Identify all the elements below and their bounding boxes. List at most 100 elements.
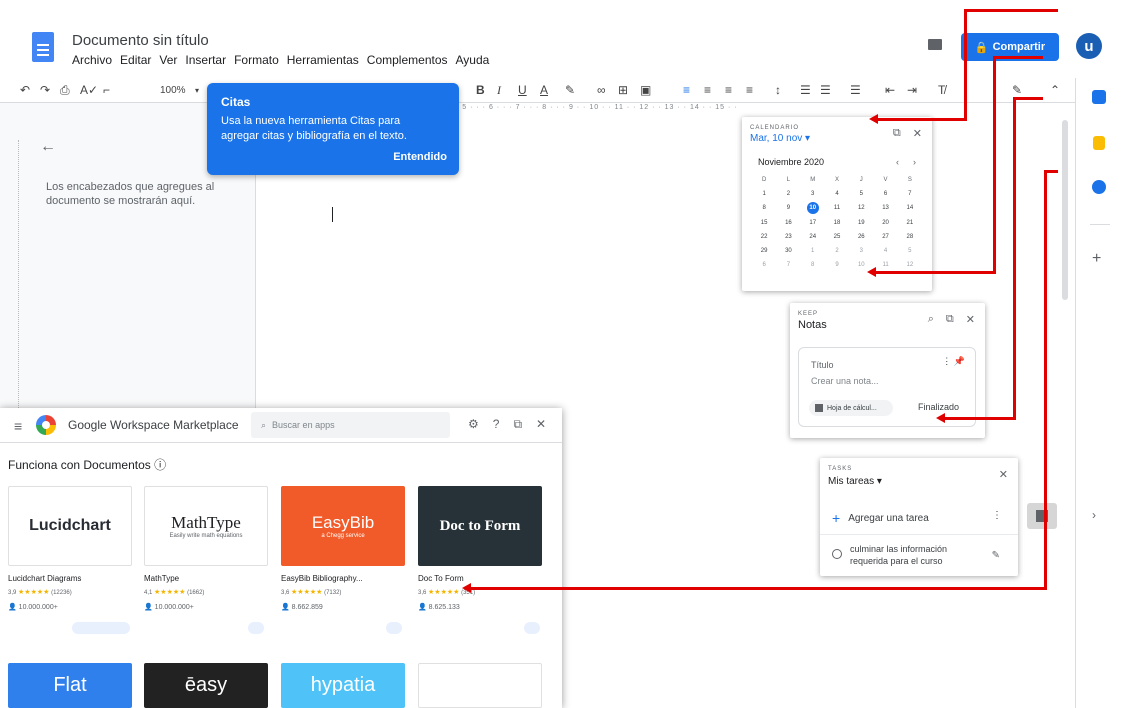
panel-toggle-icon[interactable]: [1027, 503, 1057, 529]
close-icon[interactable]: ✕: [966, 313, 975, 326]
zoom-select[interactable]: 100%: [160, 78, 186, 102]
calendar-day[interactable]: 6: [873, 189, 897, 199]
scrollbar[interactable]: [1062, 120, 1068, 300]
close-icon[interactable]: ✕: [913, 127, 922, 140]
app-tile-lucidchart[interactable]: Lucidchart: [8, 486, 132, 566]
collapse-icon[interactable]: ⌃: [1050, 78, 1060, 102]
sheet-chip[interactable]: Hoja de cálcul...: [809, 400, 893, 416]
calendar-day[interactable]: 10: [806, 202, 819, 214]
menu-editar[interactable]: Editar: [120, 53, 151, 67]
done-button[interactable]: Finalizado: [918, 402, 959, 412]
calendar-day[interactable]: 8: [752, 203, 776, 213]
numbered-list-icon[interactable]: ☰: [850, 78, 861, 102]
app-tile-doc-to-form[interactable]: Doc to Form: [418, 486, 542, 566]
comments-icon[interactable]: [928, 39, 942, 50]
calendar-day[interactable]: 29: [752, 246, 776, 256]
docs-logo-icon[interactable]: [32, 32, 54, 62]
increase-indent-icon[interactable]: ⇥: [907, 78, 917, 102]
add-task-button[interactable]: + Agregar una tarea: [832, 510, 929, 526]
decrease-indent-icon[interactable]: ⇤: [885, 78, 895, 102]
app-tile-easy[interactable]: ēasy: [144, 663, 268, 708]
link-icon[interactable]: ∞: [597, 78, 606, 102]
calendar-day[interactable]: 18: [825, 218, 849, 228]
calendar-day[interactable]: 16: [776, 218, 800, 228]
app-name[interactable]: Doc To Form: [418, 574, 464, 583]
zoom-dropdown-icon[interactable]: ▾: [195, 78, 199, 102]
calendar-day[interactable]: 17: [801, 218, 825, 228]
calendar-day[interactable]: 7: [898, 189, 922, 199]
calendar-day[interactable]: 11: [873, 260, 897, 270]
calendar-day[interactable]: 22: [752, 232, 776, 242]
calendar-day[interactable]: 24: [801, 232, 825, 242]
calendar-day[interactable]: 2: [776, 189, 800, 199]
calendar-day[interactable]: 3: [801, 189, 825, 199]
align-left-icon[interactable]: ≡: [683, 78, 690, 102]
open-new-icon[interactable]: ⧉: [893, 127, 901, 140]
bold-icon[interactable]: B: [476, 78, 485, 102]
print-icon[interactable]: ⎙: [60, 78, 70, 102]
calendar-day[interactable]: 7: [776, 260, 800, 270]
hamburger-menu-icon[interactable]: ≡: [14, 418, 22, 434]
next-month-icon[interactable]: ›: [913, 157, 916, 167]
calendar-day[interactable]: 4: [873, 246, 897, 256]
menu-formato[interactable]: Formato: [234, 53, 279, 67]
document-title[interactable]: Documento sin título: [72, 32, 209, 49]
calendar-day[interactable]: 5: [898, 246, 922, 256]
spellcheck-icon[interactable]: A✓: [80, 78, 98, 102]
menu-archivo[interactable]: Archivo: [72, 53, 112, 67]
app-tile-screenshot[interactable]: [418, 663, 542, 708]
note-title-field[interactable]: Título: [811, 360, 834, 370]
underline-icon[interactable]: U: [518, 78, 527, 102]
account-avatar[interactable]: u: [1076, 33, 1102, 59]
help-icon[interactable]: ?: [493, 417, 500, 432]
align-center-icon[interactable]: ≡: [704, 78, 711, 102]
task-checkbox[interactable]: [832, 549, 842, 559]
app-tile-mathtype[interactable]: MathType Easily write math equations: [144, 486, 268, 566]
calendar-day[interactable]: 15: [752, 218, 776, 228]
menu-complementos[interactable]: Complementos: [367, 53, 448, 67]
paint-format-icon[interactable]: ⌐: [103, 78, 110, 102]
align-right-icon[interactable]: ≡: [725, 78, 732, 102]
calendar-day[interactable]: 6: [752, 260, 776, 270]
more-options-icon[interactable]: ⋮: [992, 510, 1002, 521]
task-item[interactable]: culminar las información requerida para …: [832, 544, 970, 567]
undo-icon[interactable]: ↶: [20, 78, 30, 102]
marketplace-search-input[interactable]: ⌕ Buscar en apps: [251, 412, 450, 438]
settings-icon[interactable]: ⚙: [468, 417, 479, 432]
menu-herramientas[interactable]: Herramientas: [287, 53, 359, 67]
close-icon[interactable]: ✕: [536, 417, 546, 432]
italic-icon[interactable]: I: [497, 78, 501, 102]
calendar-day[interactable]: 9: [825, 260, 849, 270]
prev-month-icon[interactable]: ‹: [896, 157, 899, 167]
calendar-day[interactable]: 30: [776, 246, 800, 256]
line-spacing-icon[interactable]: ↕: [775, 78, 781, 102]
highlight-icon[interactable]: ✎: [565, 78, 575, 102]
app-tile-easybib[interactable]: EasyBib a Chegg service: [281, 486, 405, 566]
open-new-icon[interactable]: ⧉: [513, 417, 522, 432]
tasks-icon[interactable]: [1092, 180, 1106, 194]
calendar-day[interactable]: 11: [825, 203, 849, 213]
calendar-day[interactable]: 25: [825, 232, 849, 242]
calendar-day[interactable]: 12: [849, 203, 873, 213]
menu-ver[interactable]: Ver: [159, 53, 177, 67]
menu-insertar[interactable]: Insertar: [185, 53, 226, 67]
app-name[interactable]: EasyBib Bibliography...: [281, 574, 363, 583]
calendar-day[interactable]: 1: [801, 246, 825, 256]
calendar-day[interactable]: 13: [873, 203, 897, 213]
note-body-field[interactable]: Crear una nota...: [811, 376, 879, 386]
calendar-day[interactable]: 23: [776, 232, 800, 242]
calendar-day[interactable]: 3: [849, 246, 873, 256]
search-icon[interactable]: ⌕: [928, 313, 934, 326]
app-name[interactable]: MathType: [144, 574, 179, 583]
calendar-day[interactable]: 27: [873, 232, 897, 242]
calendar-day[interactable]: 12: [898, 260, 922, 270]
calendar-day[interactable]: 20: [873, 218, 897, 228]
pin-icon[interactable]: ⋮ 📌: [942, 356, 965, 367]
menu-ayuda[interactable]: Ayuda: [456, 53, 490, 67]
calendar-date-selector[interactable]: Mar, 10 nov ▾: [750, 133, 810, 144]
bullet-list-icon[interactable]: ☰: [820, 78, 831, 102]
calendar-day[interactable]: 21: [898, 218, 922, 228]
app-name[interactable]: Lucidchart Diagrams: [8, 574, 81, 583]
calendar-day[interactable]: 26: [849, 232, 873, 242]
image-icon[interactable]: ▣: [640, 78, 651, 102]
